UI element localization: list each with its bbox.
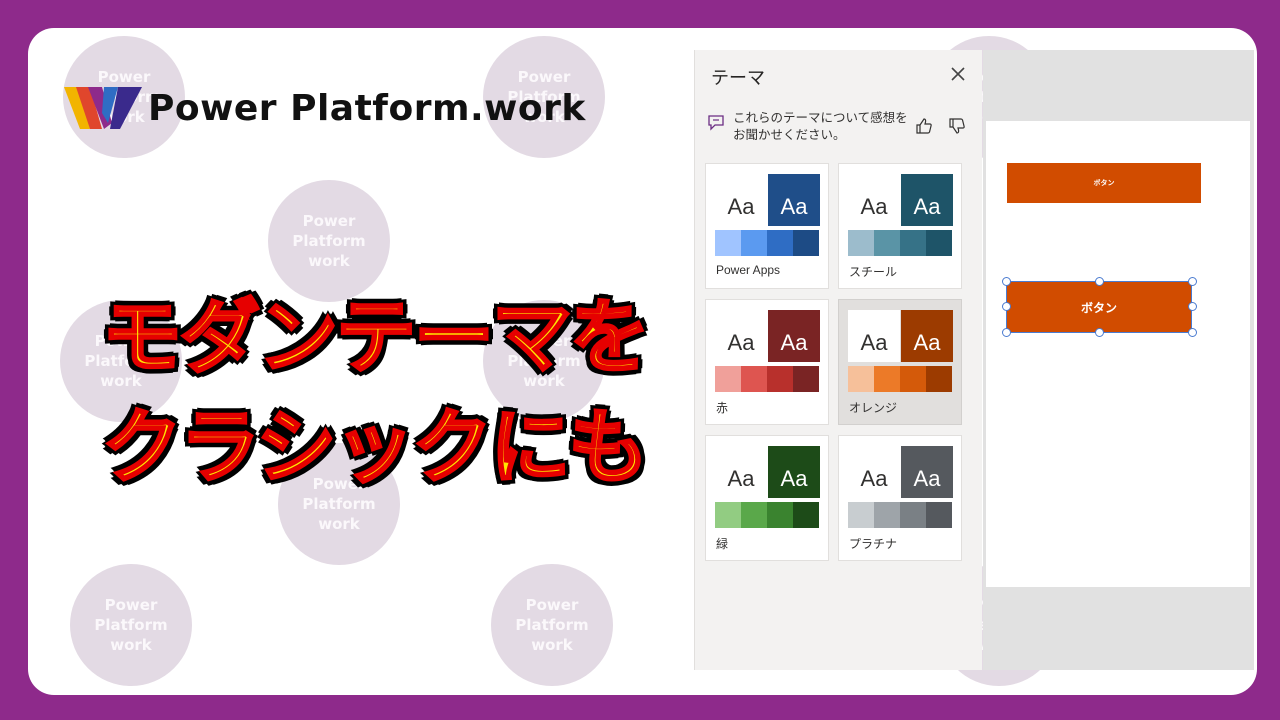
logo-mark-icon bbox=[64, 87, 142, 129]
color-swatch bbox=[767, 230, 793, 256]
watermark-circle: Power Platform work bbox=[70, 564, 192, 686]
color-swatch bbox=[874, 502, 900, 528]
color-swatch bbox=[848, 502, 874, 528]
resize-handle[interactable] bbox=[1188, 302, 1197, 311]
color-swatch bbox=[926, 502, 952, 528]
theme-swatches bbox=[715, 502, 819, 528]
theme-font-preview: Aa bbox=[848, 174, 900, 226]
theme-label: 緑 bbox=[716, 537, 729, 551]
color-swatch bbox=[926, 230, 952, 256]
theme-swatches bbox=[715, 230, 819, 256]
color-swatch bbox=[900, 366, 926, 392]
feedback-icon bbox=[708, 115, 724, 131]
color-swatch bbox=[715, 502, 741, 528]
canvas-area: ボタン ボタン bbox=[983, 50, 1254, 670]
headline-line-2: クラシックにも bbox=[100, 400, 649, 496]
theme-font-preview-dark: Aa bbox=[768, 174, 820, 226]
theme-font-preview: Aa bbox=[715, 446, 767, 498]
thumbs-down-icon[interactable] bbox=[947, 116, 967, 136]
theme-swatches bbox=[848, 366, 952, 392]
theme-swatches bbox=[848, 230, 952, 256]
color-swatch bbox=[874, 230, 900, 256]
feedback-row: これらのテーマについて感想をお聞かせください。 bbox=[707, 110, 971, 146]
theme-label: オレンジ bbox=[849, 401, 898, 415]
theme-font-preview: Aa bbox=[848, 446, 900, 498]
theme-card[interactable]: Aa Aa オレンジ bbox=[838, 299, 962, 425]
theme-card[interactable]: Aa Aa スチール bbox=[838, 163, 962, 289]
logo-text: Power Platform.work bbox=[148, 87, 586, 129]
resize-handle[interactable] bbox=[1188, 328, 1197, 337]
close-button[interactable] bbox=[948, 64, 968, 84]
color-swatch bbox=[900, 502, 926, 528]
color-swatch bbox=[848, 230, 874, 256]
resize-handle[interactable] bbox=[1095, 328, 1104, 337]
close-icon bbox=[951, 67, 965, 81]
theme-card[interactable]: Aa Aa 赤 bbox=[705, 299, 829, 425]
theme-swatches bbox=[715, 366, 819, 392]
app-button[interactable]: ボタン bbox=[1007, 163, 1201, 203]
theme-card[interactable]: Aa Aa プラチナ bbox=[838, 435, 962, 561]
app-screen[interactable]: ボタン ボタン bbox=[986, 121, 1250, 587]
color-swatch bbox=[741, 230, 767, 256]
color-swatch bbox=[874, 366, 900, 392]
watermark-text: Power Platform work bbox=[292, 212, 366, 270]
theme-font-preview: Aa bbox=[715, 310, 767, 362]
color-swatch bbox=[715, 366, 741, 392]
theme-font-preview-dark: Aa bbox=[901, 310, 953, 362]
color-swatch bbox=[848, 366, 874, 392]
thumbs-up-icon[interactable] bbox=[914, 116, 934, 136]
color-swatch bbox=[741, 366, 767, 392]
theme-card[interactable]: Aa Aa 緑 bbox=[705, 435, 829, 561]
resize-handle[interactable] bbox=[1002, 277, 1011, 286]
color-swatch bbox=[793, 502, 819, 528]
site-logo: Power Platform.work bbox=[64, 83, 586, 133]
pane-title: テーマ bbox=[711, 68, 765, 88]
color-swatch bbox=[900, 230, 926, 256]
color-swatch bbox=[793, 230, 819, 256]
theme-card[interactable]: Aa Aa Power Apps bbox=[705, 163, 829, 289]
watermark-circle: Power Platform work bbox=[491, 564, 613, 686]
color-swatch bbox=[741, 502, 767, 528]
resize-handle[interactable] bbox=[1188, 277, 1197, 286]
theme-pane: テーマ これらのテーマについて感想をお聞かせください。 Aa Aa Power Ap… bbox=[694, 50, 982, 670]
theme-font-preview: Aa bbox=[848, 310, 900, 362]
theme-font-preview-dark: Aa bbox=[901, 174, 953, 226]
theme-label: プラチナ bbox=[849, 537, 898, 551]
theme-label: Power Apps bbox=[716, 263, 781, 277]
resize-handle[interactable] bbox=[1002, 328, 1011, 337]
resize-handle[interactable] bbox=[1095, 277, 1104, 286]
color-swatch bbox=[926, 366, 952, 392]
theme-label: スチール bbox=[849, 265, 898, 279]
feedback-text: これらのテーマについて感想をお聞かせください。 bbox=[733, 111, 908, 142]
color-swatch bbox=[793, 366, 819, 392]
headline-line-1: モダンテーマを bbox=[101, 290, 652, 386]
resize-handle[interactable] bbox=[1002, 302, 1011, 311]
color-swatch bbox=[767, 366, 793, 392]
theme-font-preview-dark: Aa bbox=[768, 446, 820, 498]
watermark-text: Power Platform work bbox=[94, 596, 168, 654]
watermark-text: Power Platform work bbox=[515, 596, 589, 654]
theme-font-preview-dark: Aa bbox=[768, 310, 820, 362]
theme-swatches bbox=[848, 502, 952, 528]
color-swatch bbox=[767, 502, 793, 528]
app-button-selected[interactable]: ボタン bbox=[1006, 281, 1192, 333]
theme-label: 赤 bbox=[716, 401, 729, 415]
theme-font-preview-dark: Aa bbox=[901, 446, 953, 498]
theme-font-preview: Aa bbox=[715, 174, 767, 226]
color-swatch bbox=[715, 230, 741, 256]
